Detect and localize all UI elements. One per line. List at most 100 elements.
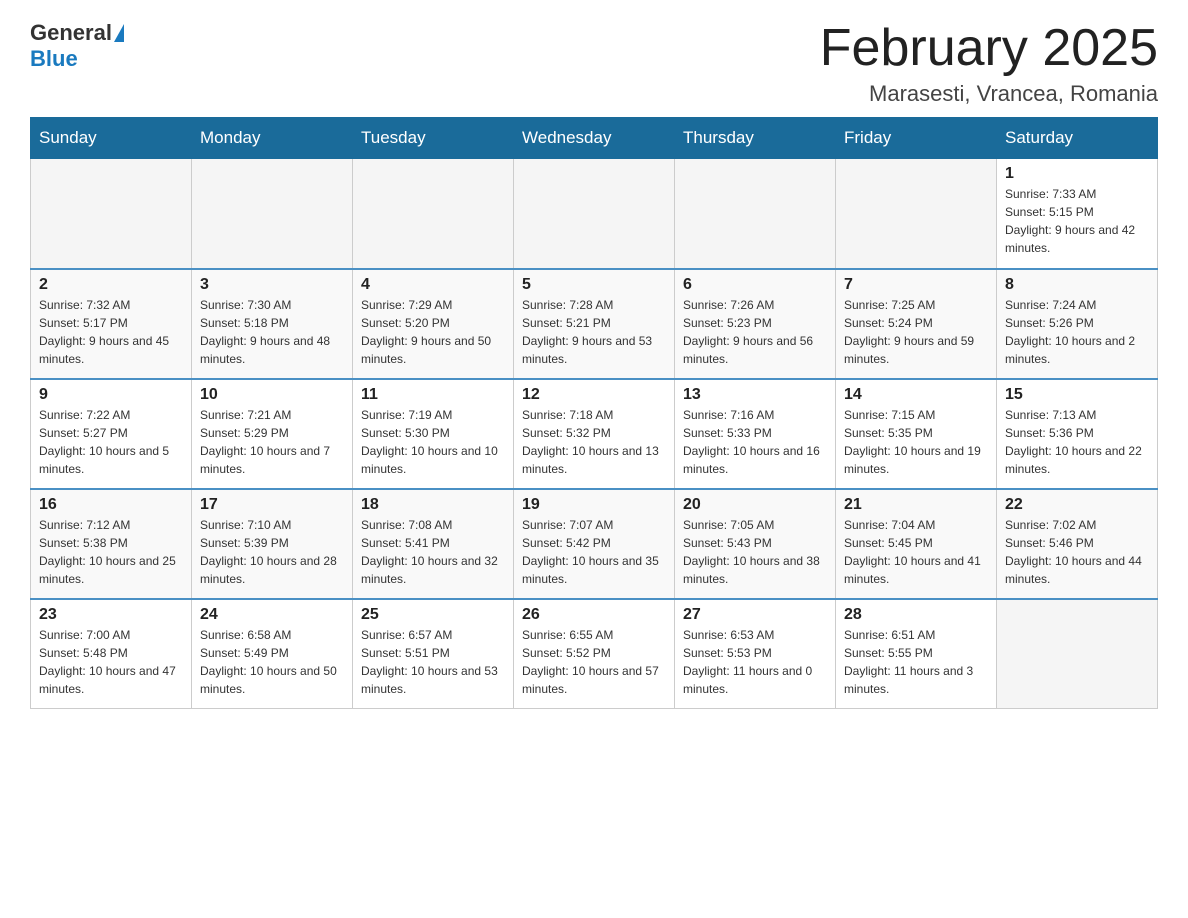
calendar-cell: 6 Sunrise: 7:26 AM Sunset: 5:23 PM Daylig…	[675, 269, 836, 379]
day-number: 4	[361, 276, 505, 294]
day-number: 22	[1005, 496, 1149, 514]
day-info: Sunrise: 7:28 AM Sunset: 5:21 PM Dayligh…	[522, 296, 666, 368]
day-info: Sunrise: 7:22 AM Sunset: 5:27 PM Dayligh…	[39, 406, 183, 478]
header-thursday: Thursday	[675, 118, 836, 159]
day-number: 16	[39, 496, 183, 514]
day-number: 24	[200, 606, 344, 624]
calendar-cell: 25 Sunrise: 6:57 AM Sunset: 5:51 PM Dayli…	[353, 599, 514, 709]
header-friday: Friday	[836, 118, 997, 159]
day-info: Sunrise: 7:30 AM Sunset: 5:18 PM Dayligh…	[200, 296, 344, 368]
calendar-cell: 17Sunrise: 7:10 AM Sunset: 5:39 PM Dayli…	[192, 489, 353, 599]
day-info: Sunrise: 7:32 AM Sunset: 5:17 PM Dayligh…	[39, 296, 183, 368]
day-number: 8	[1005, 276, 1149, 294]
calendar-cell	[31, 159, 192, 269]
calendar-cell: 12Sunrise: 7:18 AM Sunset: 5:32 PM Dayli…	[514, 379, 675, 489]
day-info: Sunrise: 6:55 AM Sunset: 5:52 PM Dayligh…	[522, 626, 666, 698]
calendar-cell: 2Sunrise: 7:32 AM Sunset: 5:17 PM Daylig…	[31, 269, 192, 379]
day-info: Sunrise: 6:58 AM Sunset: 5:49 PM Dayligh…	[200, 626, 344, 698]
day-number: 18	[361, 496, 505, 514]
calendar-week-1: 1 Sunrise: 7:33 AM Sunset: 5:15 PM Daylig…	[31, 159, 1158, 269]
calendar-cell	[353, 159, 514, 269]
calendar-body: 1 Sunrise: 7:33 AM Sunset: 5:15 PM Daylig…	[31, 159, 1158, 709]
day-info: Sunrise: 7:13 AM Sunset: 5:36 PM Dayligh…	[1005, 406, 1149, 478]
calendar-cell	[675, 159, 836, 269]
day-number: 25	[361, 606, 505, 624]
logo-general-text: General	[30, 20, 112, 46]
calendar-cell: 14 Sunrise: 7:15 AM Sunset: 5:35 PM Dayli…	[836, 379, 997, 489]
calendar-cell: 3 Sunrise: 7:30 AM Sunset: 5:18 PM Daylig…	[192, 269, 353, 379]
calendar-cell: 15 Sunrise: 7:13 AM Sunset: 5:36 PM Dayli…	[997, 379, 1158, 489]
day-info: Sunrise: 6:51 AM Sunset: 5:55 PM Dayligh…	[844, 626, 988, 698]
calendar-cell	[514, 159, 675, 269]
day-info: Sunrise: 7:12 AM Sunset: 5:38 PM Dayligh…	[39, 516, 183, 588]
day-number: 21	[844, 496, 988, 514]
header-saturday: Saturday	[997, 118, 1158, 159]
day-info: Sunrise: 7:19 AM Sunset: 5:30 PM Dayligh…	[361, 406, 505, 478]
calendar-cell: 19Sunrise: 7:07 AM Sunset: 5:42 PM Dayli…	[514, 489, 675, 599]
day-info: Sunrise: 7:29 AM Sunset: 5:20 PM Dayligh…	[361, 296, 505, 368]
day-info: Sunrise: 7:04 AM Sunset: 5:45 PM Dayligh…	[844, 516, 988, 588]
calendar-cell: 10Sunrise: 7:21 AM Sunset: 5:29 PM Dayli…	[192, 379, 353, 489]
day-number: 23	[39, 606, 183, 624]
day-number: 3	[200, 276, 344, 294]
header-tuesday: Tuesday	[353, 118, 514, 159]
day-number: 12	[522, 386, 666, 404]
page-header: General Blue February 2025 Marasesti, Vr…	[30, 20, 1158, 107]
day-number: 1	[1005, 165, 1149, 183]
day-number: 14	[844, 386, 988, 404]
calendar-week-2: 2Sunrise: 7:32 AM Sunset: 5:17 PM Daylig…	[31, 269, 1158, 379]
calendar-week-5: 23 Sunrise: 7:00 AM Sunset: 5:48 PM Dayli…	[31, 599, 1158, 709]
day-number: 5	[522, 276, 666, 294]
day-number: 11	[361, 386, 505, 404]
day-info: Sunrise: 7:05 AM Sunset: 5:43 PM Dayligh…	[683, 516, 827, 588]
header-sunday: Sunday	[31, 118, 192, 159]
day-number: 28	[844, 606, 988, 624]
calendar-cell: 16 Sunrise: 7:12 AM Sunset: 5:38 PM Dayli…	[31, 489, 192, 599]
day-number: 6	[683, 276, 827, 294]
calendar-cell: 13 Sunrise: 7:16 AM Sunset: 5:33 PM Dayli…	[675, 379, 836, 489]
day-info: Sunrise: 7:10 AM Sunset: 5:39 PM Dayligh…	[200, 516, 344, 588]
day-number: 9	[39, 386, 183, 404]
day-number: 13	[683, 386, 827, 404]
day-info: Sunrise: 7:25 AM Sunset: 5:24 PM Dayligh…	[844, 296, 988, 368]
calendar-cell: 28 Sunrise: 6:51 AM Sunset: 5:55 PM Dayli…	[836, 599, 997, 709]
day-info: Sunrise: 7:24 AM Sunset: 5:26 PM Dayligh…	[1005, 296, 1149, 368]
calendar-cell: 1 Sunrise: 7:33 AM Sunset: 5:15 PM Daylig…	[997, 159, 1158, 269]
logo-triangle-icon	[114, 24, 124, 42]
day-info: Sunrise: 7:33 AM Sunset: 5:15 PM Dayligh…	[1005, 185, 1149, 257]
day-info: Sunrise: 7:15 AM Sunset: 5:35 PM Dayligh…	[844, 406, 988, 478]
day-number: 20	[683, 496, 827, 514]
calendar-table: SundayMondayTuesdayWednesdayThursdayFrid…	[30, 117, 1158, 709]
calendar-cell: 5 Sunrise: 7:28 AM Sunset: 5:21 PM Daylig…	[514, 269, 675, 379]
calendar-cell: 9 Sunrise: 7:22 AM Sunset: 5:27 PM Daylig…	[31, 379, 192, 489]
day-info: Sunrise: 7:08 AM Sunset: 5:41 PM Dayligh…	[361, 516, 505, 588]
calendar-cell	[836, 159, 997, 269]
header-wednesday: Wednesday	[514, 118, 675, 159]
month-title: February 2025	[820, 20, 1158, 77]
calendar-header: SundayMondayTuesdayWednesdayThursdayFrid…	[31, 118, 1158, 159]
calendar-cell: 27Sunrise: 6:53 AM Sunset: 5:53 PM Dayli…	[675, 599, 836, 709]
title-block: February 2025 Marasesti, Vrancea, Romani…	[820, 20, 1158, 107]
header-monday: Monday	[192, 118, 353, 159]
day-info: Sunrise: 7:26 AM Sunset: 5:23 PM Dayligh…	[683, 296, 827, 368]
day-info: Sunrise: 7:16 AM Sunset: 5:33 PM Dayligh…	[683, 406, 827, 478]
calendar-cell: 26 Sunrise: 6:55 AM Sunset: 5:52 PM Dayli…	[514, 599, 675, 709]
calendar-week-4: 16 Sunrise: 7:12 AM Sunset: 5:38 PM Dayli…	[31, 489, 1158, 599]
day-number: 15	[1005, 386, 1149, 404]
calendar-cell: 18 Sunrise: 7:08 AM Sunset: 5:41 PM Dayli…	[353, 489, 514, 599]
calendar-cell	[997, 599, 1158, 709]
location-title: Marasesti, Vrancea, Romania	[820, 81, 1158, 107]
calendar-cell: 23 Sunrise: 7:00 AM Sunset: 5:48 PM Dayli…	[31, 599, 192, 709]
day-info: Sunrise: 6:57 AM Sunset: 5:51 PM Dayligh…	[361, 626, 505, 698]
day-number: 10	[200, 386, 344, 404]
day-number: 7	[844, 276, 988, 294]
calendar-cell: 7 Sunrise: 7:25 AM Sunset: 5:24 PM Daylig…	[836, 269, 997, 379]
calendar-header-row: SundayMondayTuesdayWednesdayThursdayFrid…	[31, 118, 1158, 159]
calendar-cell: 4 Sunrise: 7:29 AM Sunset: 5:20 PM Daylig…	[353, 269, 514, 379]
calendar-cell: 11 Sunrise: 7:19 AM Sunset: 5:30 PM Dayli…	[353, 379, 514, 489]
day-info: Sunrise: 7:02 AM Sunset: 5:46 PM Dayligh…	[1005, 516, 1149, 588]
day-number: 26	[522, 606, 666, 624]
day-number: 19	[522, 496, 666, 514]
calendar-cell: 20 Sunrise: 7:05 AM Sunset: 5:43 PM Dayli…	[675, 489, 836, 599]
day-info: Sunrise: 7:00 AM Sunset: 5:48 PM Dayligh…	[39, 626, 183, 698]
